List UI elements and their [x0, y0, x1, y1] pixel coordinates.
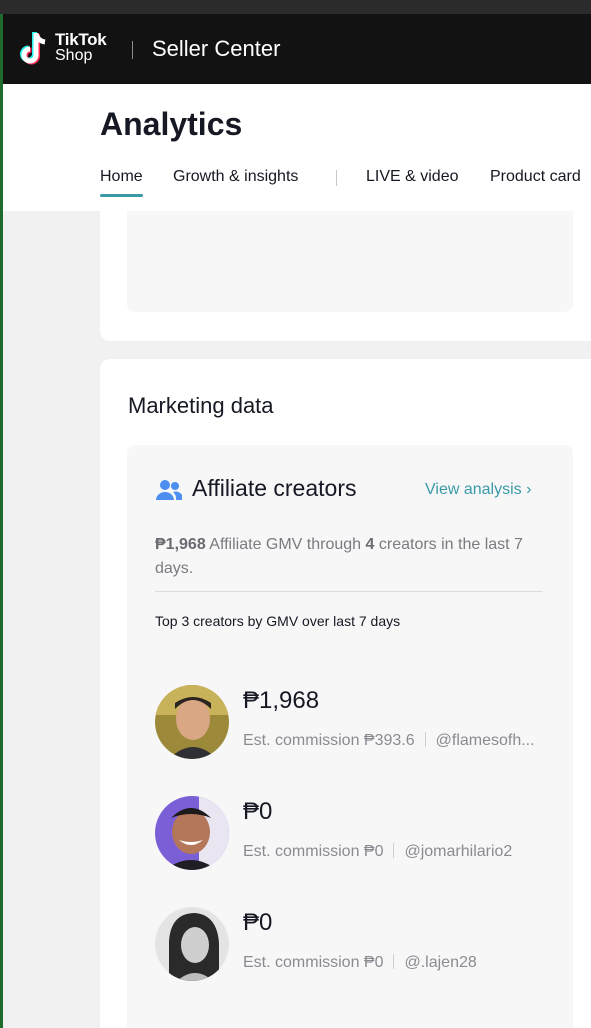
top-navigation-bar: TikTok Shop Seller Center [3, 14, 591, 84]
tab-product-card[interactable]: Product card [490, 168, 581, 186]
summary-count: 4 [365, 536, 375, 553]
tab-live-video[interactable]: LIVE & video [366, 168, 459, 186]
users-icon [156, 480, 182, 500]
page-header: Analytics Home Growth & insights LIVE & … [3, 84, 591, 211]
meta-separator [424, 732, 426, 747]
page-title: Analytics [100, 106, 243, 142]
browser-window: TikTok Shop Seller Center Analytics Home… [3, 14, 591, 1028]
summary-mid: Affiliate GMV through [209, 536, 362, 553]
affiliate-creators-panel: Affiliate creators View analysis › ₱1,96… [127, 445, 573, 1028]
creator-avatar[interactable] [155, 796, 229, 870]
creator-avatar[interactable] [155, 685, 229, 759]
creator-handle[interactable]: @jomarhilario2 [404, 843, 512, 860]
brand-line-1: TikTok [55, 30, 107, 49]
divider [155, 591, 543, 592]
creator-row[interactable]: ₱1,968 Est. commission ₱393.6 @flamesofh.… [155, 685, 555, 765]
tab-home[interactable]: Home [100, 168, 143, 197]
seller-center-title: Seller Center [152, 36, 281, 61]
tab-separator [336, 170, 337, 186]
view-analysis-link[interactable]: View analysis › [425, 481, 531, 499]
creator-gmv: ₱0 [243, 909, 273, 936]
tab-growth-insights[interactable]: Growth & insights [173, 168, 298, 186]
previous-section-panel [127, 211, 573, 312]
marketing-data-card: Marketing data Affiliate creators View a… [100, 359, 591, 1028]
creator-row[interactable]: ₱0 Est. commission ₱0 @.lajen28 [155, 907, 555, 987]
creator-avatar[interactable] [155, 907, 229, 981]
creator-meta: Est. commission ₱393.6 @flamesofh... [243, 732, 535, 750]
creator-row[interactable]: ₱0 Est. commission ₱0 @jomarhilario2 [155, 796, 555, 876]
brand-divider [132, 41, 133, 59]
tiktok-shop-wordmark[interactable]: TikTok Shop [55, 30, 107, 64]
tiktok-logo-icon[interactable] [19, 30, 53, 68]
creator-commission: Est. commission ₱0 [243, 843, 384, 860]
meta-separator [393, 843, 395, 858]
os-taskbar-strip [0, 0, 591, 14]
creator-gmv: ₱1,968 [243, 687, 320, 714]
creator-commission: Est. commission ₱393.6 [243, 732, 415, 749]
top-creators-label: Top 3 creators by GMV over last 7 days [155, 613, 401, 629]
summary-amount: ₱1,968 [155, 536, 206, 553]
previous-section-card [100, 211, 591, 341]
creator-gmv: ₱0 [243, 798, 273, 825]
creator-commission: Est. commission ₱0 [243, 954, 384, 971]
affiliate-creators-title: Affiliate creators [192, 475, 357, 501]
affiliate-summary: ₱1,968 Affiliate GMV through 4 creators … [155, 533, 555, 581]
creator-meta: Est. commission ₱0 @.lajen28 [243, 954, 477, 972]
section-title: Marketing data [128, 393, 274, 418]
brand-line-2: Shop [55, 47, 93, 64]
creator-meta: Est. commission ₱0 @jomarhilario2 [243, 843, 512, 861]
creator-handle[interactable]: @flamesofh... [436, 732, 535, 749]
creator-handle[interactable]: @.lajen28 [404, 954, 476, 971]
meta-separator [393, 954, 395, 969]
